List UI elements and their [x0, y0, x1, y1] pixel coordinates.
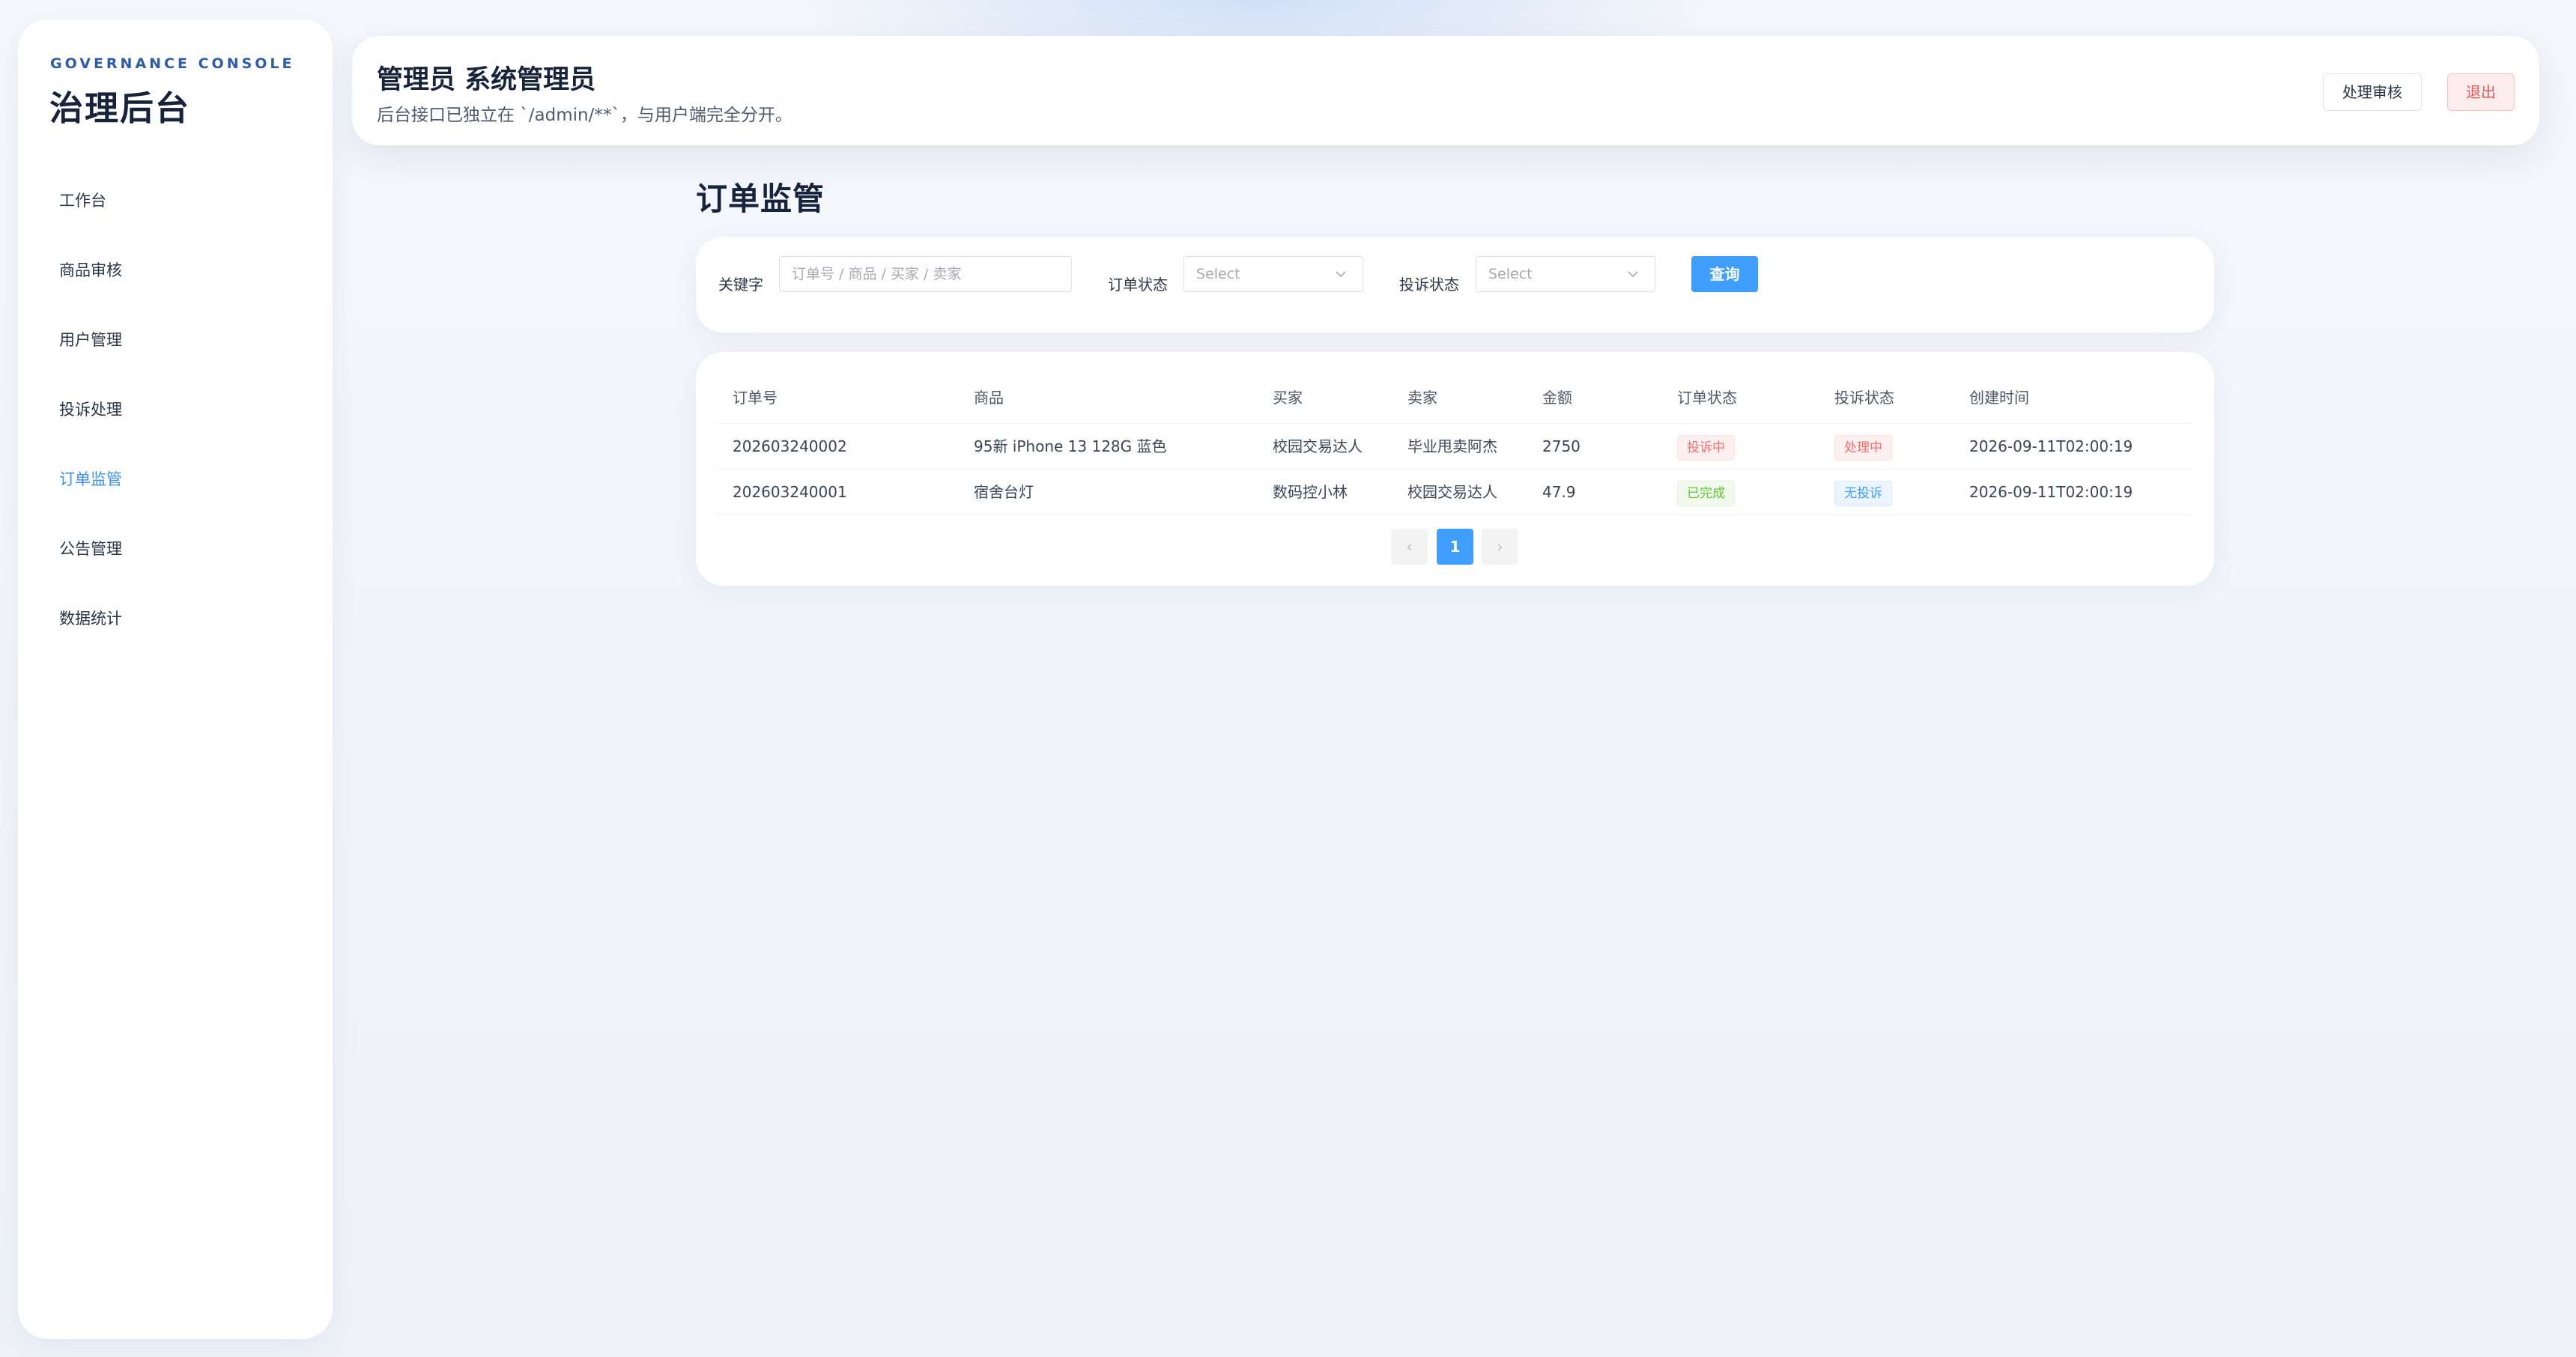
created-at-cell: 2026-09-11T02:00:19 — [1969, 483, 2133, 501]
table-header: 订单号 商品 买家 卖家 金额 订单状态 投诉状态 创建时间 — [718, 367, 2191, 424]
sidebar-item-order-monitoring[interactable]: 订单监管 — [36, 445, 313, 514]
amount-cell: 2750 — [1542, 437, 1581, 455]
column-header-amount: 金额 — [1542, 389, 1572, 407]
orders-table: 订单号 商品 买家 卖家 金额 订单状态 投诉状态 创建时间 202603240… — [718, 367, 2191, 515]
buyer-cell: 数码控小林 — [1273, 483, 1348, 501]
sidebar-item-user-management[interactable]: 用户管理 — [36, 306, 313, 375]
order-status-placeholder: Select — [1196, 266, 1240, 282]
column-header-seller: 卖家 — [1407, 389, 1437, 407]
seller-cell: 校园交易达人 — [1407, 483, 1497, 501]
brand-title: 治理后台 — [49, 88, 191, 128]
chevron-down-icon — [1628, 271, 1638, 278]
sidebar-item-workbench[interactable]: 工作台 — [36, 166, 313, 236]
order-no-cell: 202603240002 — [733, 437, 847, 455]
page-number-current[interactable]: 1 — [1437, 529, 1473, 565]
column-header-order-no: 订单号 — [733, 389, 778, 407]
order-status-select[interactable]: Select — [1184, 256, 1363, 292]
column-header-buyer: 买家 — [1273, 389, 1303, 407]
query-button[interactable]: 查询 — [1691, 256, 1758, 292]
orders-table-card: 订单号 商品 买家 卖家 金额 订单状态 投诉状态 创建时间 202603240… — [696, 352, 2214, 586]
order-status-badge: 投诉中 — [1677, 434, 1735, 461]
brand-eyebrow: GOVERNANCE CONSOLE — [50, 55, 295, 72]
column-header-product: 商品 — [974, 389, 1004, 407]
sidebar-nav: 工作台 商品审核 用户管理 投诉处理 订单监管 公告管理 数据统计 — [36, 166, 313, 654]
keyword-label: 关键字 — [718, 276, 763, 294]
sidebar-item-announcements[interactable]: 公告管理 — [36, 514, 313, 584]
top-header: 管理员 系统管理员 后台接口已独立在 `/admin/**`，与用户端完全分开。… — [352, 36, 2539, 145]
column-header-complaint-status: 投诉状态 — [1834, 389, 1894, 407]
complaint-status-placeholder: Select — [1488, 266, 1533, 282]
sidebar: GOVERNANCE CONSOLE 治理后台 工作台 商品审核 用户管理 投诉… — [18, 19, 333, 1339]
complaint-status-badge: 无投诉 — [1834, 480, 1892, 506]
sidebar-item-product-review[interactable]: 商品审核 — [36, 236, 313, 306]
complaint-status-label: 投诉状态 — [1399, 276, 1459, 294]
order-status-cell: 已完成 — [1677, 470, 1735, 515]
complaint-status-select[interactable]: Select — [1476, 256, 1655, 292]
product-cell: 宿舍台灯 — [974, 483, 1034, 501]
table-row[interactable]: 202603240002 95新 iPhone 13 128G 蓝色 校园交易达… — [718, 424, 2191, 470]
created-at-cell: 2026-09-11T02:00:19 — [1969, 437, 2133, 455]
next-page-button[interactable]: › — [1482, 529, 1518, 565]
filter-card: 关键字 订单号 / 商品 / 买家 / 卖家 订单状态 Select 投诉状态 … — [696, 237, 2214, 333]
logout-button[interactable]: 退出 — [2447, 73, 2515, 111]
process-review-button[interactable]: 处理审核 — [2323, 73, 2422, 111]
order-status-label: 订单状态 — [1108, 276, 1168, 294]
table-row[interactable]: 202603240001 宿舍台灯 数码控小林 校园交易达人 47.9 已完成 … — [718, 470, 2191, 515]
complaint-status-badge: 处理中 — [1834, 434, 1892, 461]
amount-cell: 47.9 — [1542, 483, 1576, 501]
complaint-status-cell: 无投诉 — [1834, 470, 1892, 515]
admin-greeting: 管理员 系统管理员 — [377, 65, 596, 95]
product-cell: 95新 iPhone 13 128G 蓝色 — [974, 437, 1167, 455]
sidebar-item-complaints[interactable]: 投诉处理 — [36, 375, 313, 445]
column-header-created-at: 创建时间 — [1969, 389, 2029, 407]
buyer-cell: 校园交易达人 — [1273, 437, 1363, 455]
prev-page-button[interactable]: ‹ — [1391, 529, 1428, 565]
complaint-status-cell: 处理中 — [1834, 424, 1892, 470]
page-title: 订单监管 — [696, 180, 825, 217]
seller-cell: 毕业甩卖阿杰 — [1407, 437, 1497, 455]
header-subtitle: 后台接口已独立在 `/admin/**`，与用户端完全分开。 — [377, 106, 793, 125]
order-no-cell: 202603240001 — [733, 483, 847, 501]
sidebar-item-statistics[interactable]: 数据统计 — [36, 584, 313, 654]
order-status-cell: 投诉中 — [1677, 424, 1735, 470]
order-status-badge: 已完成 — [1677, 480, 1735, 506]
keyword-input[interactable]: 订单号 / 商品 / 买家 / 卖家 — [779, 256, 1072, 292]
column-header-order-status: 订单状态 — [1677, 389, 1737, 407]
chevron-down-icon — [1336, 271, 1346, 278]
